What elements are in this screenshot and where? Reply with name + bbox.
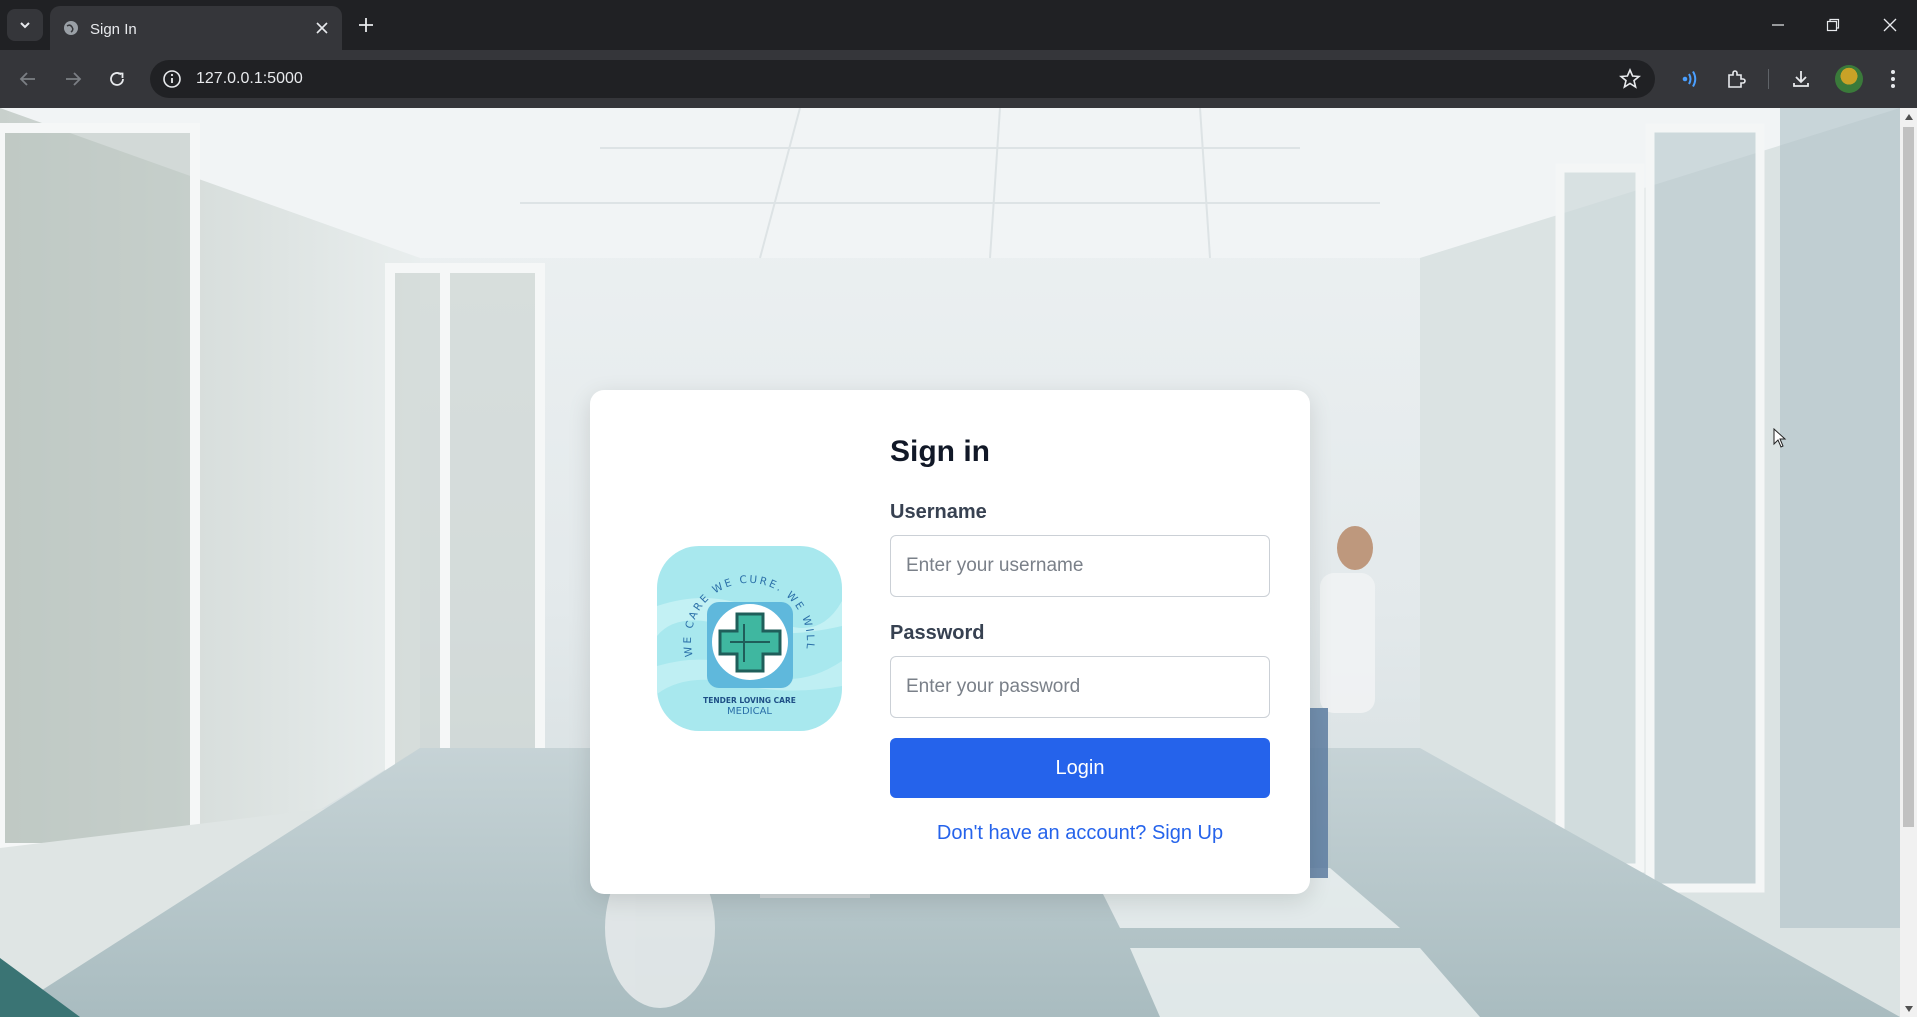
signin-form: Sign in Username Password Login Don't ha… <box>890 430 1270 845</box>
back-icon <box>19 72 35 86</box>
window-close-button[interactable] <box>1870 10 1910 40</box>
new-tab-button[interactable] <box>354 13 378 37</box>
reload-icon <box>110 72 124 86</box>
minimize-icon <box>1772 24 1784 26</box>
chevron-down-icon <box>20 22 30 29</box>
back-button[interactable] <box>14 65 42 93</box>
restore-icon <box>1826 18 1840 32</box>
svg-text:TENDER LOVING CARE: TENDER LOVING CARE <box>703 696 796 705</box>
password-label: Password <box>890 622 985 644</box>
scrollbar-thumb[interactable] <box>1903 127 1914 827</box>
forward-button[interactable] <box>59 65 87 93</box>
signup-link[interactable]: Don't have an account? Sign Up <box>890 822 1270 845</box>
broadcast-icon <box>1682 70 1697 88</box>
username-label: Username <box>890 501 987 523</box>
login-button[interactable]: Login <box>890 738 1270 798</box>
media-control-button[interactable] <box>1676 65 1704 93</box>
tlc-medical-logo: WE CARE WE CURE. WE WILL ROCK YOU TENDER… <box>657 546 842 731</box>
signin-card: WE CARE WE CURE. WE WILL ROCK YOU TENDER… <box>590 390 1310 894</box>
triangle-down-icon <box>1904 1005 1913 1012</box>
mouse-cursor-icon <box>1773 428 1787 448</box>
address-bar[interactable]: 127.0.0.1:5000 <box>150 60 1655 98</box>
close-icon <box>316 22 328 34</box>
browser-toolbar: 127.0.0.1:5000 <box>0 50 1917 108</box>
more-icon <box>1891 70 1895 88</box>
username-input[interactable] <box>890 535 1270 597</box>
url-text: 127.0.0.1:5000 <box>196 70 303 87</box>
tab-title: Sign In <box>90 21 137 38</box>
downloads-button[interactable] <box>1787 65 1815 93</box>
scroll-up-button[interactable] <box>1900 108 1917 125</box>
scroll-down-button[interactable] <box>1900 1000 1917 1017</box>
globe-icon <box>64 21 78 35</box>
restore-button[interactable] <box>1813 10 1853 40</box>
tab-close-button[interactable] <box>312 18 332 38</box>
forward-icon <box>66 72 82 86</box>
svg-text:MEDICAL: MEDICAL <box>727 706 772 717</box>
browser-tab-bar: Sign In <box>0 0 1917 50</box>
menu-button[interactable] <box>1879 65 1907 93</box>
page-title: Sign in <box>890 435 990 468</box>
tab-search-button[interactable] <box>7 9 43 41</box>
extensions-button[interactable] <box>1722 65 1750 93</box>
minimize-button[interactable] <box>1758 10 1798 40</box>
toolbar-separator <box>1768 69 1769 89</box>
page-viewport: WE CARE WE CURE. WE WILL ROCK YOU TENDER… <box>0 108 1900 1017</box>
close-icon <box>1883 18 1897 32</box>
page-scrollbar[interactable] <box>1900 108 1917 1017</box>
extension-icon <box>1728 70 1746 88</box>
password-input[interactable] <box>890 656 1270 718</box>
profile-avatar[interactable] <box>1835 65 1863 93</box>
info-icon <box>163 70 181 88</box>
browser-tab[interactable]: Sign In <box>50 6 342 50</box>
triangle-up-icon <box>1904 113 1913 120</box>
download-icon <box>1793 71 1809 87</box>
star-icon[interactable] <box>1619 68 1641 90</box>
plus-icon <box>359 18 373 32</box>
reload-button[interactable] <box>103 65 131 93</box>
